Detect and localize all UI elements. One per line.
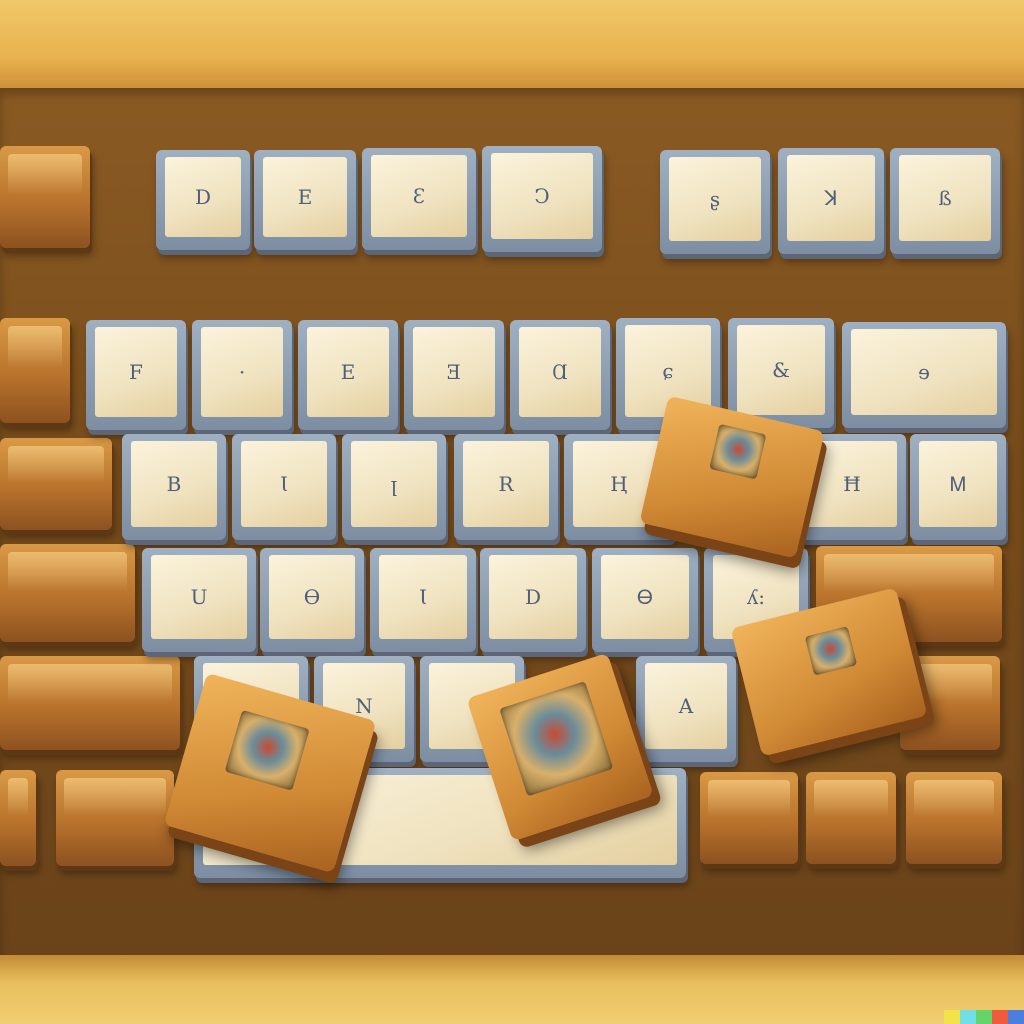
- keycap[interactable]: Ǝ: [404, 320, 504, 430]
- keycap[interactable]: ß: [890, 148, 1000, 254]
- left-wood-key-5[interactable]: [0, 656, 180, 750]
- signature-swatch: [1008, 1010, 1024, 1024]
- keycap[interactable]: Ↄ: [482, 146, 602, 252]
- keycap[interactable]: B: [122, 434, 226, 540]
- keycap[interactable]: &: [728, 318, 834, 428]
- keycap[interactable]: ꞁ: [342, 434, 446, 540]
- tile-painting: [804, 626, 858, 676]
- signature-swatch: [944, 1010, 960, 1024]
- left-wood-key-7[interactable]: [56, 770, 174, 866]
- keycap[interactable]: ʂ: [660, 150, 770, 254]
- keycap[interactable]: E: [298, 320, 398, 430]
- left-wood-key-6[interactable]: [0, 770, 36, 866]
- keycap[interactable]: Ɛ: [362, 148, 476, 250]
- keycap[interactable]: ꓘ: [778, 148, 884, 254]
- keycap[interactable]: Ꮎ: [592, 548, 698, 652]
- keycap[interactable]: F: [86, 320, 186, 430]
- keycap[interactable]: Ɩ: [232, 434, 336, 540]
- keycap[interactable]: ·: [192, 320, 292, 430]
- desk-surface: [0, 955, 1024, 1024]
- keycap[interactable]: Ꮇ: [910, 434, 1006, 540]
- keycap[interactable]: D: [480, 548, 586, 652]
- left-wood-key-4[interactable]: [0, 544, 135, 642]
- tile-painting: [224, 709, 310, 791]
- keycap[interactable]: Ɑ: [510, 320, 610, 430]
- left-wood-key-2[interactable]: [0, 318, 70, 423]
- signature-swatch: [960, 1010, 976, 1024]
- left-wood-key-1[interactable]: [0, 146, 90, 248]
- bottom-wood-key-1[interactable]: [700, 772, 798, 864]
- background-wall: [0, 0, 1024, 95]
- tile-painting: [709, 423, 767, 480]
- signature-swatch: [976, 1010, 992, 1024]
- signature-swatch: [992, 1010, 1008, 1024]
- keycap[interactable]: U: [142, 548, 256, 652]
- keycap[interactable]: ɘ: [842, 322, 1006, 428]
- keycap[interactable]: D: [156, 150, 250, 250]
- bottom-wood-key-3[interactable]: [906, 772, 1002, 864]
- keycap[interactable]: Ɵ: [260, 548, 364, 652]
- color-signature: [944, 1010, 1024, 1024]
- left-wood-key-3[interactable]: [0, 438, 112, 530]
- keycap[interactable]: A: [636, 656, 736, 762]
- keycap[interactable]: R: [454, 434, 558, 540]
- bottom-wood-key-2[interactable]: [806, 772, 896, 864]
- keycap[interactable]: Ɩ: [370, 548, 476, 652]
- tile-painting: [499, 681, 614, 797]
- keycap[interactable]: E: [254, 150, 356, 250]
